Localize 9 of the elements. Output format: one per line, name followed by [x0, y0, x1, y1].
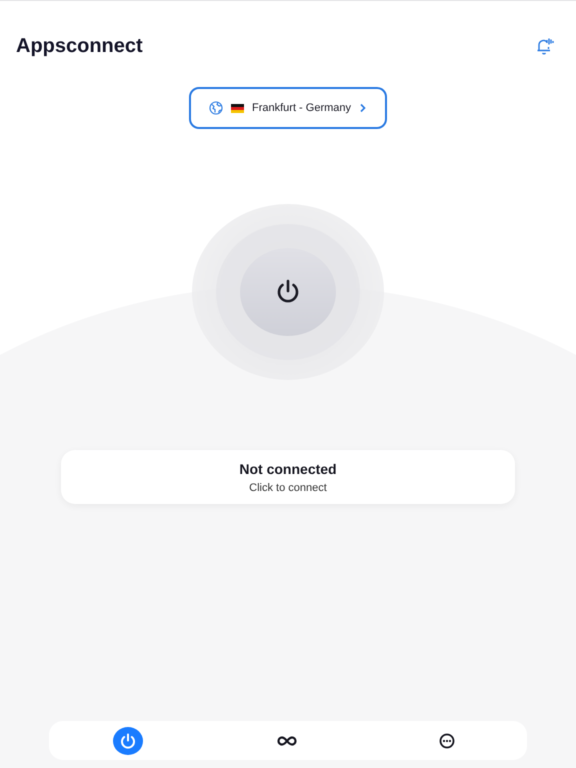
power-icon [119, 732, 137, 750]
more-icon [438, 732, 456, 750]
status-subtitle: Click to connect [249, 482, 327, 494]
location-selector[interactable]: Frankfurt - Germany [188, 87, 388, 129]
status-title: Not connected [239, 460, 337, 476]
app-title: Appsconnect [16, 34, 143, 58]
globe-icon [208, 101, 223, 115]
chevron-icon [359, 103, 368, 113]
flag-icon [230, 104, 244, 112]
